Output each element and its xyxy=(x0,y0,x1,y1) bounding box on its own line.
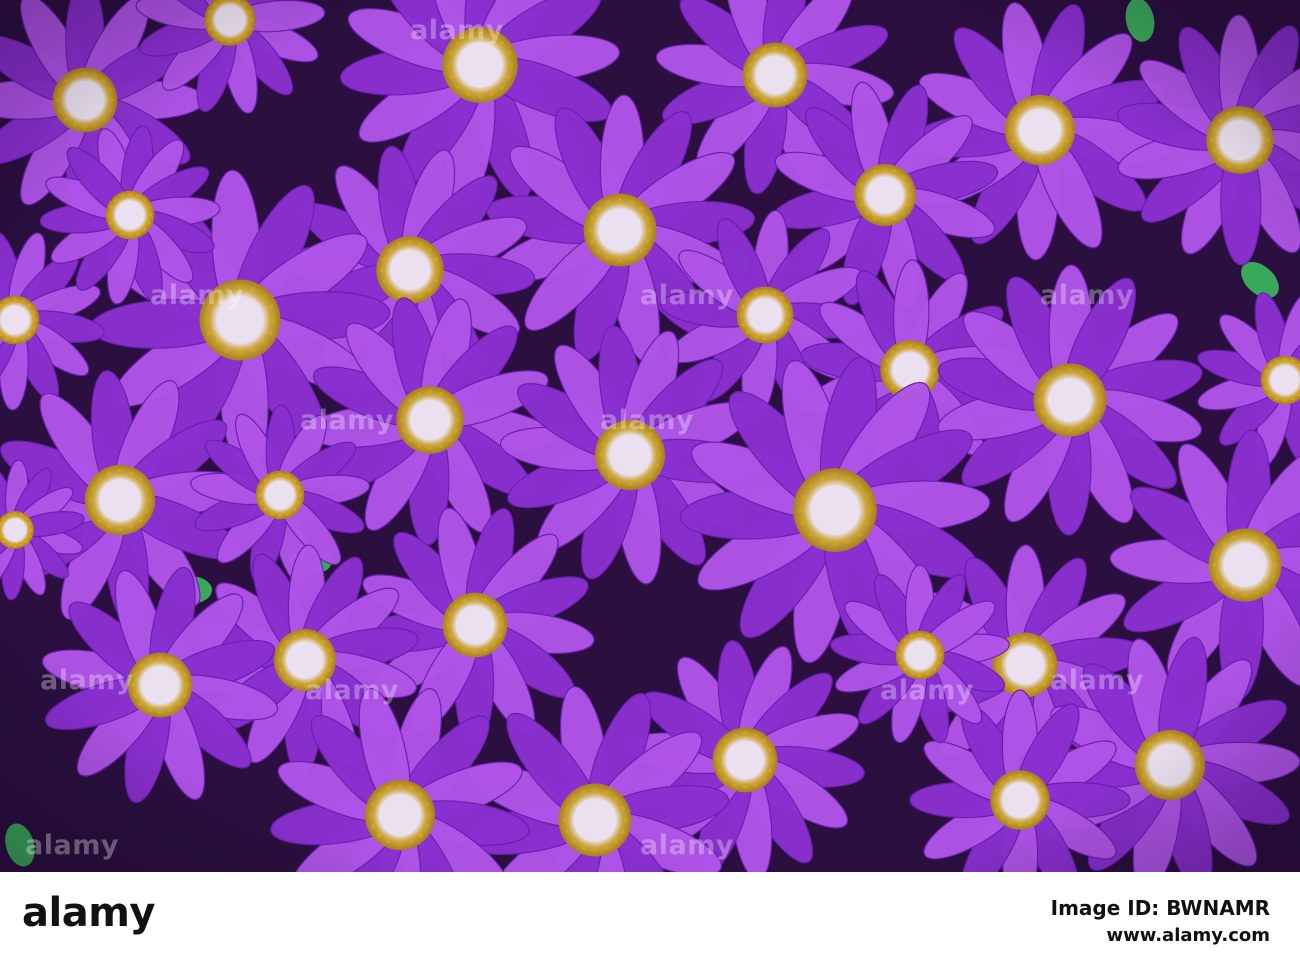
logo-text: alamy xyxy=(22,890,155,936)
stock-photo: alamy alamy alamy alamy alamy alamy alamy alamy… xyxy=(0,0,1300,872)
image-id: Image ID: BWNAMR xyxy=(1050,896,1270,920)
alamy-logo: alamy xyxy=(22,890,155,936)
image-info: Image ID: BWNAMR www.alamy.com xyxy=(1051,894,1270,949)
footer-bar: alamy Image ID: BWNAMR www.alamy.com xyxy=(0,872,1300,961)
purple-flowers-image xyxy=(0,0,1300,872)
site-url: www.alamy.com xyxy=(1106,925,1270,946)
